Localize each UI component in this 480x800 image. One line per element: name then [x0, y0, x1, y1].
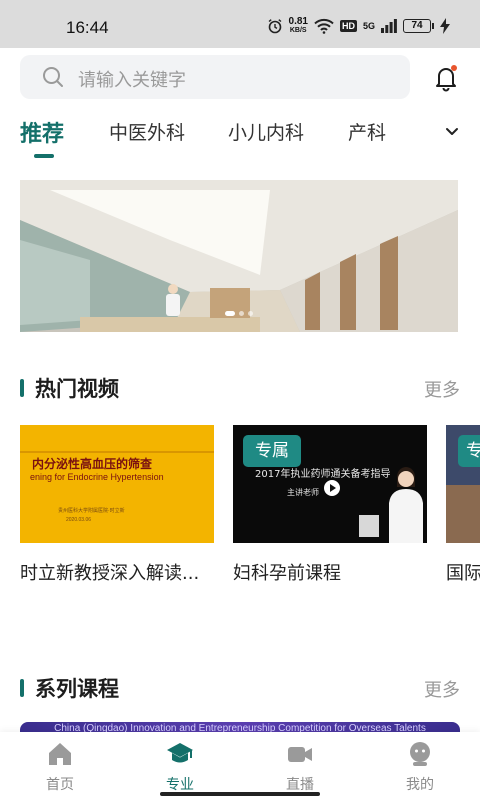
hot-videos-title: 热门视频	[35, 377, 119, 401]
tab-indicator	[34, 154, 54, 158]
play-icon	[324, 480, 340, 496]
nav-live-label: 直播	[286, 777, 314, 793]
series-courses-header: 系列课程 更多	[0, 673, 480, 703]
home-icon	[49, 743, 71, 765]
signal-icon	[381, 19, 397, 33]
thumb-subheading: ening for Endocrine Hypertension	[30, 472, 164, 482]
video-card[interactable]: 2017年执业药师通关备考指导 主讲老师 专属 妇科孕前课程	[233, 425, 427, 584]
qr-code-image	[359, 515, 379, 537]
nav-mine[interactable]: 我的	[360, 732, 480, 800]
network-type: 5G	[362, 20, 375, 31]
home-indicator	[160, 792, 320, 796]
chevron-down-icon[interactable]	[444, 124, 460, 140]
alarm-icon	[268, 19, 281, 34]
video-thumbnail: 内分泌性高血压的筛查 ening for Endocrine Hypertens…	[20, 425, 214, 543]
status-bar: 16:44 0.81 KB/S HD 5G 74	[0, 0, 480, 48]
net-speed-value: 0.81	[288, 16, 308, 27]
section-accent-bar	[20, 379, 24, 397]
exclusive-badge: 专	[458, 435, 480, 467]
video-title: 妇科孕前课程	[233, 563, 341, 584]
carousel-dot	[239, 311, 244, 316]
banner-carousel[interactable]	[20, 180, 458, 332]
hospital-corridor-image	[20, 180, 458, 332]
hot-videos-header: 热门视频 更多	[0, 373, 480, 403]
nav-home-label: 首页	[46, 777, 74, 793]
thumb-subheading: 主讲老师	[287, 488, 319, 497]
tab-recommend[interactable]: 推荐	[20, 116, 64, 148]
video-title: 国际	[446, 563, 480, 584]
thumb-heading: 2017年执业药师通关备考指导	[255, 469, 391, 480]
hd-badge: HD	[339, 20, 357, 32]
thumb-organization: 贵州医科大学附属医院·时立新	[58, 508, 125, 514]
series-courses-more-link[interactable]: 更多	[424, 676, 460, 702]
nav-specialty[interactable]: 专业	[120, 732, 240, 800]
battery-level: 74	[403, 19, 431, 33]
wifi-icon	[314, 18, 334, 34]
section-accent-bar	[20, 679, 24, 697]
hot-videos-more-link[interactable]: 更多	[424, 376, 460, 402]
nav-specialty-label: 专业	[166, 777, 194, 793]
graduation-cap-icon	[167, 743, 193, 763]
status-icons: 0.81 KB/S HD 5G 74	[267, 14, 450, 38]
carousel-dot-active	[225, 311, 235, 316]
exclusive-badge: 专属	[243, 435, 301, 467]
nav-mine-label: 我的	[406, 777, 434, 793]
search-input[interactable]: 请输入关键字	[20, 55, 410, 99]
series-courses-title: 系列课程	[35, 677, 119, 701]
thumb-heading: 内分泌性高血压的筛查	[32, 457, 153, 471]
presenter-image	[389, 467, 423, 543]
tab-tcm-surgery[interactable]: 中医外科	[109, 118, 185, 145]
video-camera-icon	[288, 747, 312, 762]
search-row: 请输入关键字	[0, 48, 480, 106]
user-icon	[410, 742, 430, 766]
video-thumbnail: 2017年执业药师通关备考指导 主讲老师 专属	[233, 425, 427, 543]
charging-icon	[440, 18, 450, 34]
search-icon	[43, 67, 63, 87]
battery-icon: 74	[403, 19, 434, 33]
net-speed-unit: KB/S	[289, 27, 307, 34]
carousel-dots	[225, 311, 253, 316]
category-tabs: 推荐 中医外科 小儿内科 产科	[0, 110, 480, 166]
net-speed: 0.81 KB/S	[289, 17, 308, 35]
video-card[interactable]: 专 国际	[446, 425, 480, 595]
video-card[interactable]: 内分泌性高血压的筛查 ening for Endocrine Hypertens…	[20, 425, 214, 584]
video-title: 时立新教授深入解读...	[20, 563, 200, 584]
status-time: 16:44	[66, 18, 109, 37]
video-thumbnail: 专	[446, 425, 480, 543]
nav-live[interactable]: 直播	[240, 732, 360, 800]
notification-dot	[451, 65, 457, 71]
search-placeholder: 请输入关键字	[78, 70, 186, 91]
tab-pediatrics[interactable]: 小儿内科	[228, 118, 304, 145]
tab-obstetrics[interactable]: 产科	[348, 118, 386, 145]
carousel-dot	[248, 311, 253, 316]
nav-home[interactable]: 首页	[0, 732, 120, 800]
thumb-date: 2020.03.06	[66, 517, 92, 523]
bottom-nav: 首页 专业 直播 我的	[0, 732, 480, 800]
